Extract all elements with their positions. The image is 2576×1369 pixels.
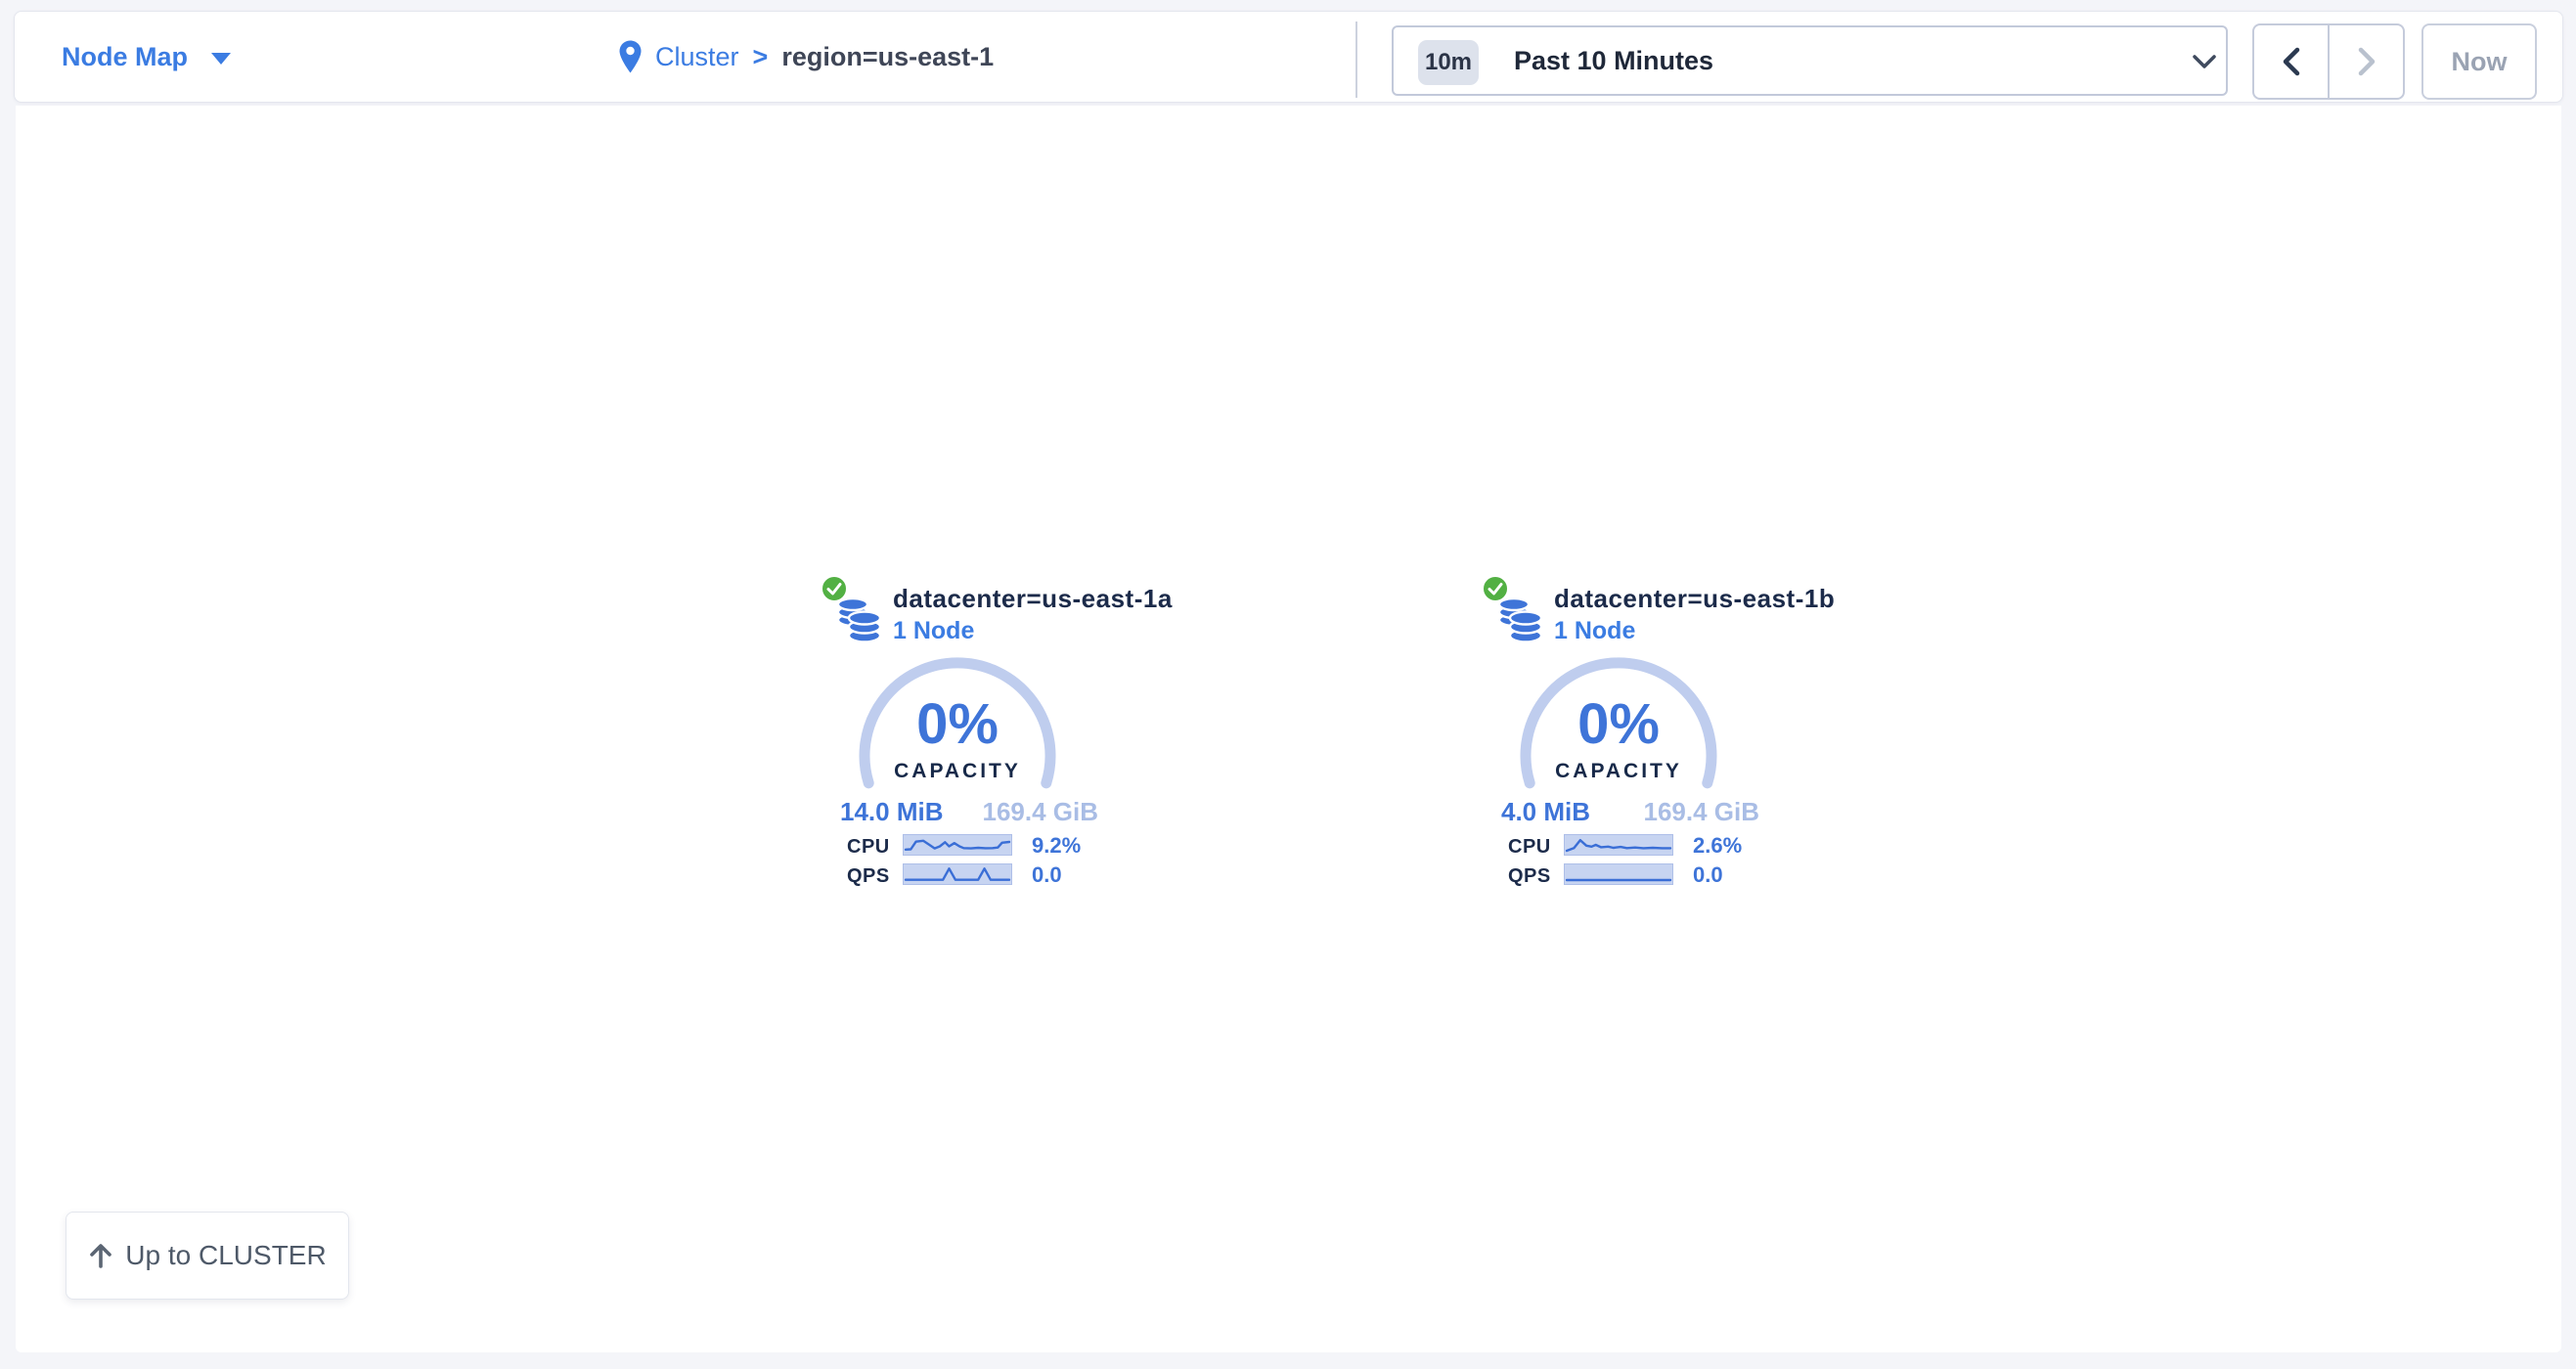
check-circle-icon [821,575,848,602]
time-window-badge: 10m [1418,40,1479,85]
time-forward-button[interactable] [2328,25,2403,98]
qps-value: 0.0 [1693,862,1723,888]
capacity-total-value: 169.4 GiB [1609,797,1759,827]
view-switcher-label: Node Map [62,42,188,72]
qps-sparkline [1564,863,1673,885]
breadcrumb: Cluster > region=us-east-1 [619,12,994,102]
capacity-label: CAPACITY [1511,760,1726,783]
locality-nodes-link[interactable]: 1 Node [1554,617,1635,645]
time-window-label: Past 10 Minutes [1514,27,1713,94]
locality-name: datacenter=us-east-1a [893,584,1173,614]
cpu-value: 9.2% [1032,833,1081,859]
arrow-up-icon [88,1242,113,1269]
topbar: Node Map Cluster > region=us-east-1 10m … [14,11,2563,103]
chevron-down-icon [211,53,231,65]
header-divider [1355,22,1357,98]
breadcrumb-current: region=us-east-1 [781,42,994,72]
chevron-left-icon [2279,46,2304,77]
qps-label: QPS [847,865,901,888]
qps-value: 0.0 [1032,862,1062,888]
cpu-value: 2.6% [1693,833,1742,859]
cpu-sparkline [903,834,1012,856]
capacity-total-value: 169.4 GiB [948,797,1098,827]
cpu-label: CPU [1508,836,1562,859]
locality-name: datacenter=us-east-1b [1554,584,1835,614]
node-map-canvas: datacenter=us-east-1a 1 Node 0% CAPACITY… [16,106,2561,1352]
capacity-used-value: 4.0 MiB [1501,797,1590,827]
up-to-cluster-label: Up to CLUSTER [125,1240,326,1271]
locality-nodes-link[interactable]: 1 Node [893,617,974,645]
breadcrumb-cluster-link[interactable]: Cluster [655,42,739,72]
time-step-buttons [2252,23,2405,100]
chevron-right-icon [2354,46,2379,77]
up-to-cluster-button[interactable]: Up to CLUSTER [66,1212,349,1300]
cpu-label: CPU [847,836,901,859]
capacity-used-value: 14.0 MiB [840,797,944,827]
breadcrumb-separator: > [753,42,769,72]
chevron-down-icon [2192,54,2217,69]
location-pin-icon [619,40,642,73]
qps-sparkline [903,863,1012,885]
qps-label: QPS [1508,865,1562,888]
capacity-percentage: 0% [1511,691,1726,757]
locality-card-us-east-1a[interactable]: datacenter=us-east-1a 1 Node 0% CAPACITY… [791,572,1124,897]
time-window-dropdown[interactable]: 10m Past 10 Minutes [1392,25,2228,96]
locality-card-us-east-1b[interactable]: datacenter=us-east-1b 1 Node 0% CAPACITY… [1452,572,1785,897]
capacity-percentage: 0% [850,691,1065,757]
time-back-button[interactable] [2254,25,2328,98]
now-button[interactable]: Now [2421,23,2537,100]
check-circle-icon [1482,575,1509,602]
capacity-label: CAPACITY [850,760,1065,783]
cpu-sparkline [1564,834,1673,856]
view-switcher-dropdown[interactable]: Node Map [62,12,231,102]
